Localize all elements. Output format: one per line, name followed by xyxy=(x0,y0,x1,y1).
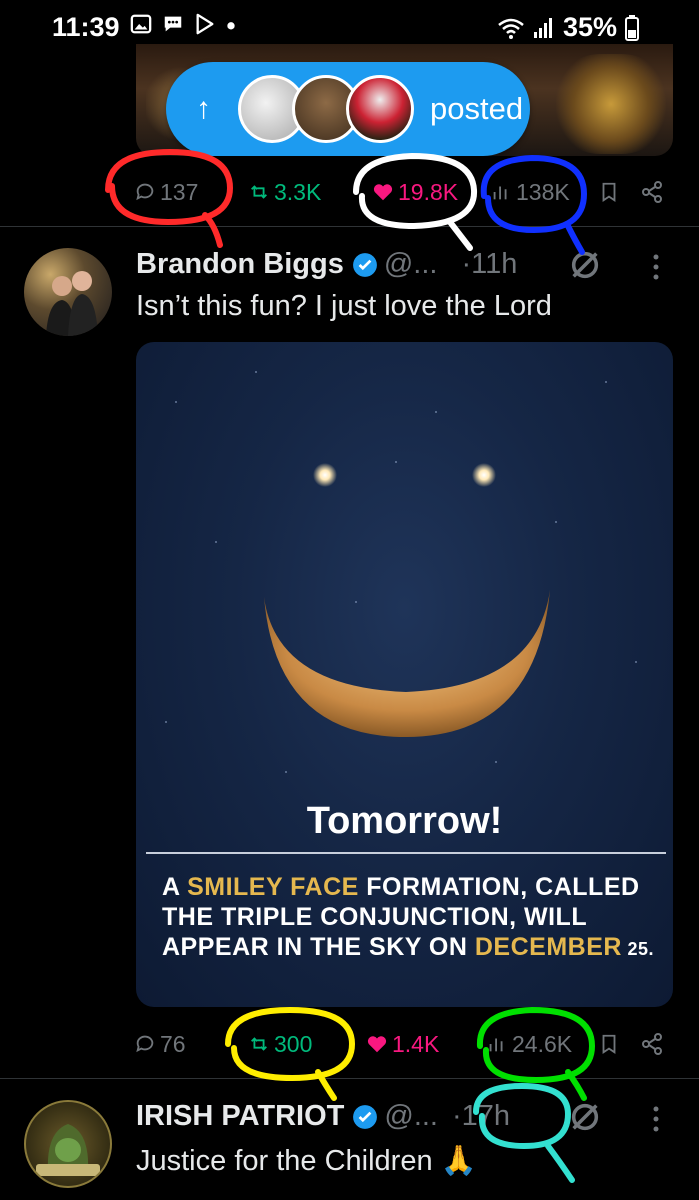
verified-badge-icon xyxy=(352,252,377,277)
verified-badge-icon xyxy=(353,1104,378,1129)
avatar xyxy=(346,75,414,143)
caption-text: A xyxy=(162,873,188,901)
repost-count: 300 xyxy=(274,1030,313,1057)
repost-button[interactable]: 300 xyxy=(248,1024,312,1064)
author-name[interactable]: Brandon Biggs xyxy=(136,248,344,281)
views-count: 24.6K xyxy=(512,1030,573,1057)
tweet-header: IRISH PATRIOT @... ·17h xyxy=(136,1100,510,1133)
tweet-media[interactable]: Tomorrow! A SMILEY FACE FORMATION, CALLE… xyxy=(136,342,673,1007)
tweet-text-content: Justice for the Children xyxy=(136,1145,433,1177)
grok-icon[interactable] xyxy=(568,1100,602,1134)
new-posts-label: posted xyxy=(430,91,524,126)
repost-button[interactable]: 3.3K xyxy=(248,172,321,212)
post-time[interactable]: ·11h xyxy=(461,248,517,281)
views-button[interactable]: 138K xyxy=(490,172,570,212)
divider xyxy=(0,1078,699,1079)
gallery-icon xyxy=(130,14,152,34)
avatar-logo xyxy=(36,1124,100,1176)
caption-highlight: DECEMBER xyxy=(474,933,622,961)
tweet-header: Brandon Biggs @... ·11h xyxy=(136,248,517,281)
bookmark-icon[interactable] xyxy=(598,172,620,212)
caption-highlight: SMILEY FACE xyxy=(187,873,359,901)
crescent-moon xyxy=(264,590,550,737)
share-icon[interactable] xyxy=(640,172,664,212)
tweet-text: Justice for the Children 🙏 xyxy=(136,1144,477,1178)
views-count: 138K xyxy=(516,178,570,205)
reply-icon xyxy=(136,183,154,201)
media-caption: A SMILEY FACE FORMATION, CALLED THE TRIP… xyxy=(162,872,662,964)
reply-icon xyxy=(136,1035,154,1053)
media-divider xyxy=(146,852,666,854)
views-icon xyxy=(493,186,507,200)
avatar[interactable] xyxy=(24,1100,112,1188)
like-count: 19.8K xyxy=(398,178,459,205)
repost-icon xyxy=(251,185,267,199)
divider xyxy=(0,226,699,227)
star-right xyxy=(472,463,496,487)
bookmark-icon[interactable] xyxy=(598,1024,620,1064)
previous-post-actions: 137 3.3K 19.8K 138K xyxy=(110,172,670,212)
like-button[interactable]: 1.4K xyxy=(366,1024,439,1064)
media-title: Tomorrow! xyxy=(306,800,503,842)
avatar[interactable] xyxy=(24,248,112,336)
repost-count: 3.3K xyxy=(274,178,322,205)
battery-icon xyxy=(625,14,639,41)
post-time[interactable]: ·17h xyxy=(452,1100,510,1133)
new-posts-pill[interactable]: ↑ posted xyxy=(166,62,530,156)
repost-icon xyxy=(251,1037,267,1051)
battery-percent: 35% xyxy=(562,12,617,42)
messages-icon xyxy=(164,16,182,32)
more-options-icon[interactable] xyxy=(646,250,666,284)
heart-icon xyxy=(373,184,393,201)
tweet-text: Isn’t this fun? I just love the Lord xyxy=(136,290,552,322)
avatar-photo xyxy=(46,271,98,336)
views-button[interactable]: 24.6K xyxy=(486,1024,572,1064)
like-button[interactable]: 19.8K xyxy=(372,172,458,212)
tweet-actions: 76 300 1.4K 24.6K xyxy=(110,1024,670,1064)
author-handle[interactable]: @... xyxy=(384,1100,438,1133)
share-icon[interactable] xyxy=(640,1024,664,1064)
arrow-up-icon: ↑ xyxy=(196,92,211,125)
heart-icon xyxy=(367,1036,387,1053)
media-light xyxy=(556,54,666,154)
reply-count: 76 xyxy=(160,1030,186,1057)
signal-icon xyxy=(533,17,552,38)
dot-icon xyxy=(227,22,235,30)
caption-text: 25. xyxy=(621,939,654,959)
star-left xyxy=(313,463,337,487)
reply-count: 137 xyxy=(160,178,199,205)
views-icon xyxy=(489,1038,503,1052)
grok-icon[interactable] xyxy=(568,248,602,282)
more-options-icon[interactable] xyxy=(646,1102,666,1136)
status-time: 11:39 xyxy=(52,12,120,42)
author-handle[interactable]: @... xyxy=(384,248,438,281)
praying-hands-icon: 🙏 xyxy=(440,1145,477,1177)
author-name[interactable]: IRISH PATRIOT xyxy=(136,1100,344,1133)
reply-button[interactable]: 137 xyxy=(134,172,198,212)
like-count: 1.4K xyxy=(392,1030,440,1057)
wifi-icon xyxy=(498,18,524,39)
reply-button[interactable]: 76 xyxy=(134,1024,186,1064)
poster-avatars xyxy=(238,75,414,143)
play-store-icon xyxy=(196,13,214,35)
